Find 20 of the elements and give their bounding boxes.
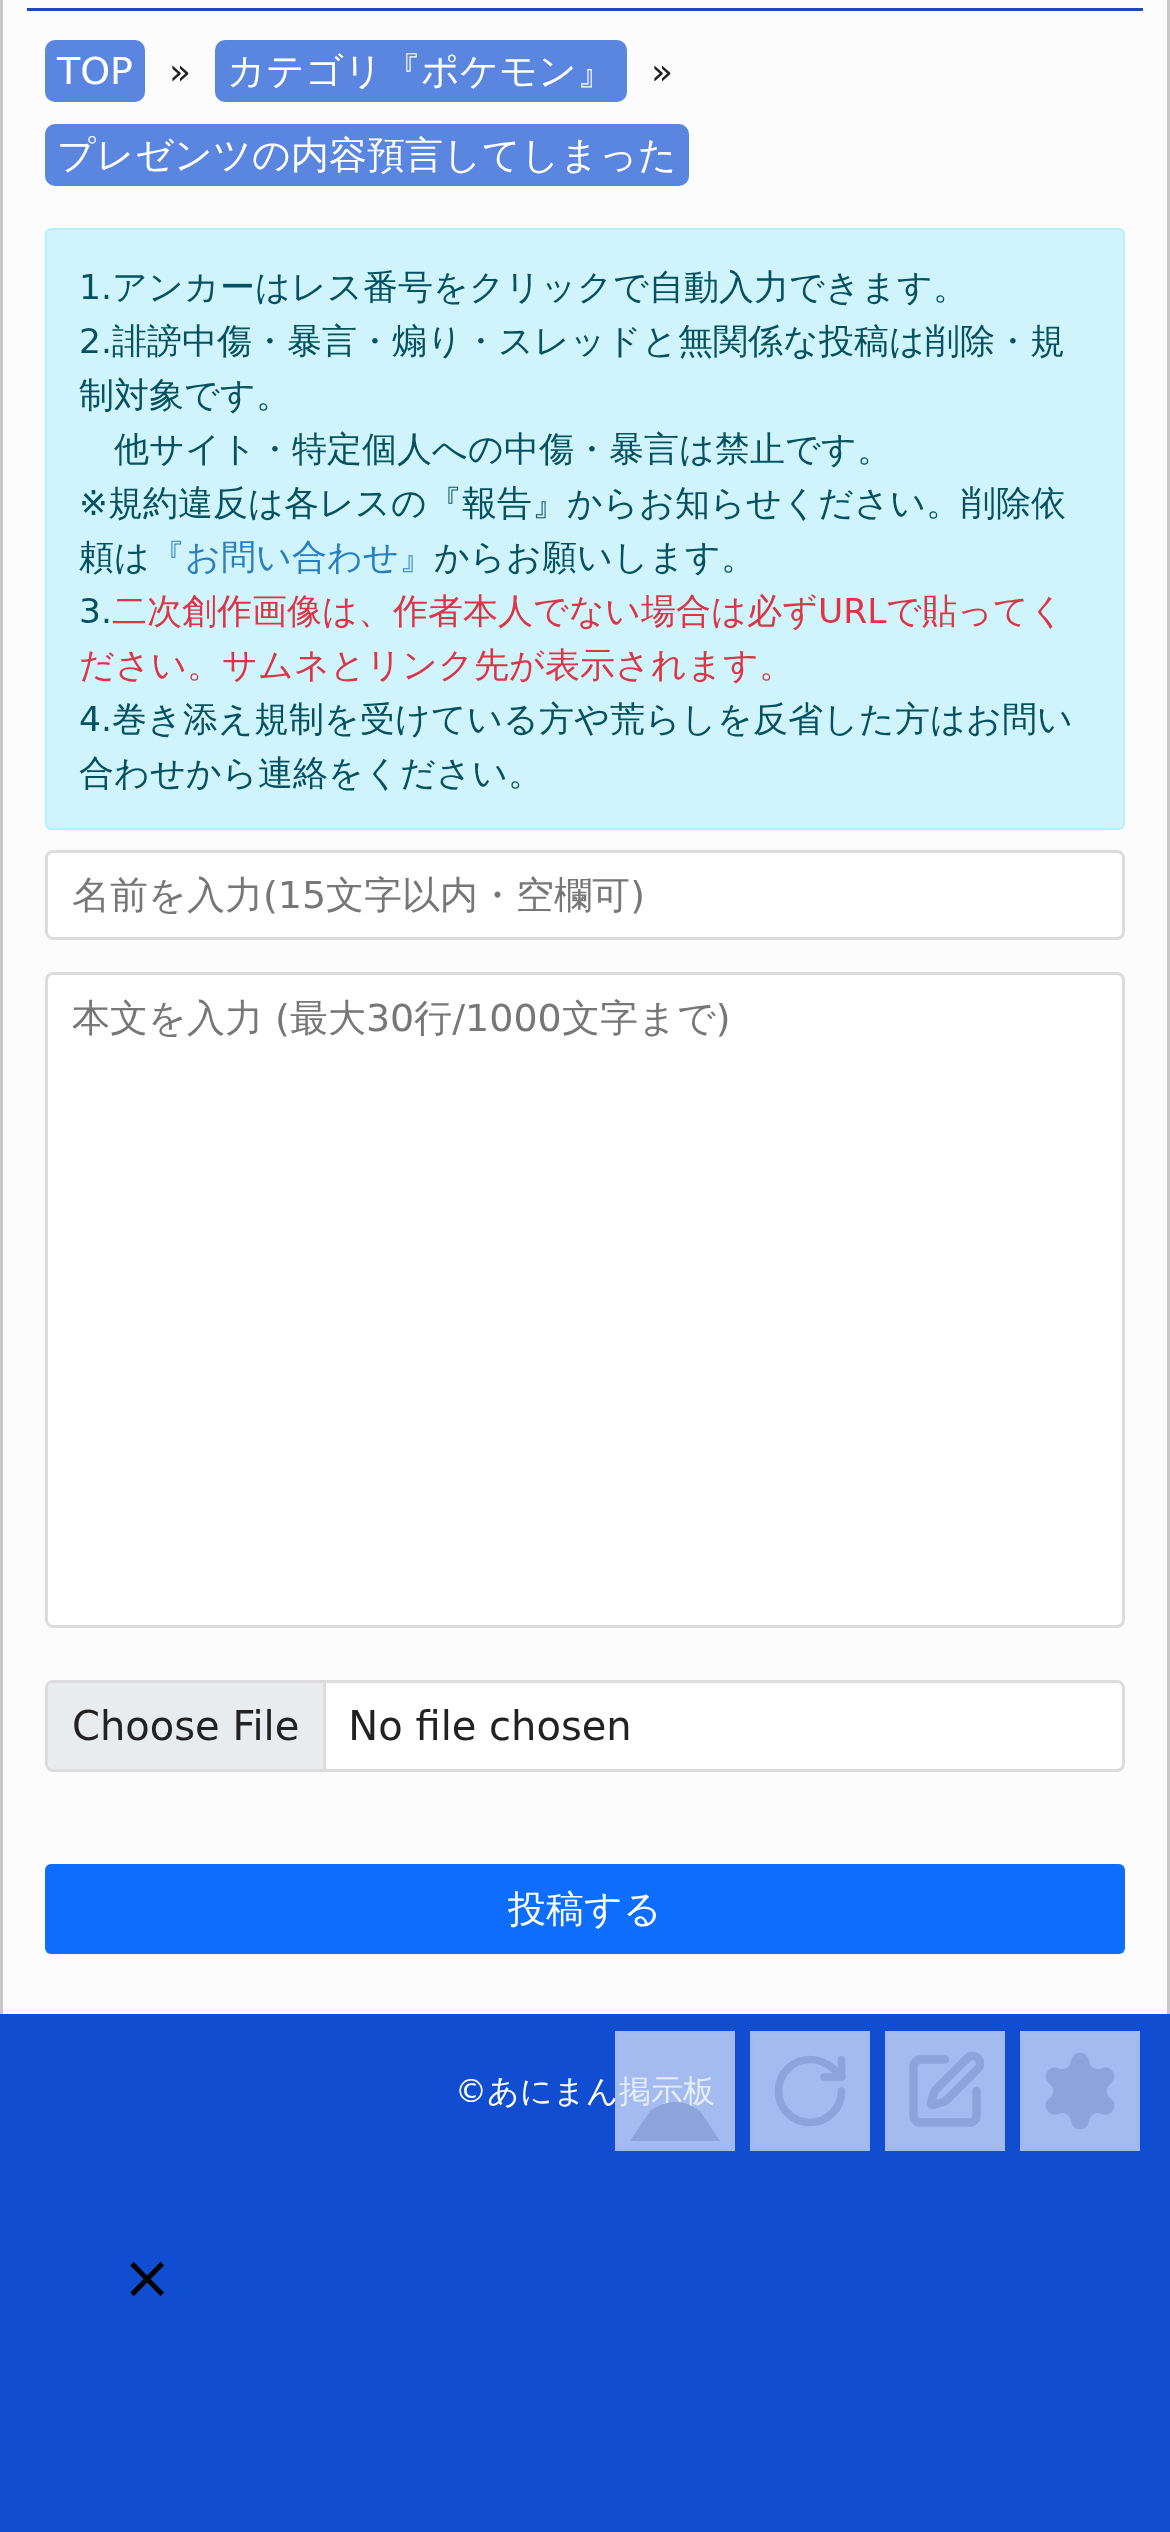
close-icon[interactable]: × <box>122 2242 173 2312</box>
floating-button[interactable] <box>1020 2031 1140 2151</box>
floating-button[interactable] <box>885 2031 1005 2151</box>
breadcrumb-separator: » <box>169 50 192 92</box>
breadcrumb-link[interactable]: カテゴリ『ポケモン』 <box>215 40 628 102</box>
notice-text: 他サイト・特定個人への中傷・暴言は禁止です。 <box>113 428 893 471</box>
notice-text: 3.二次創作画像は、作者本人でない場合は必ずURLで貼ってください。サムネとリンク先が表示されます。 <box>79 590 1067 687</box>
file-input[interactable]: Choose File No file chosen <box>45 1680 1125 1772</box>
notice-text: 2.誹謗中傷・暴言・煽り・スレッドと無関係な投稿は削除・規制対象です。 <box>79 320 1066 417</box>
notice-text: 4.巻き添え規制を受けている方や荒らしを反省した方はお問い合わせから連絡をください。 <box>79 698 1074 795</box>
body-field[interactable]: 本文を入力 (最大30行/1000文字まで) <box>45 972 1125 1628</box>
contact-link[interactable]: 『お問い合わせ』 <box>150 537 434 577</box>
name-field[interactable]: 名前を入力(15文字以内・空欄可) <box>45 850 1125 940</box>
notice-text: 1.アンカーはレス番号をクリックで自動入力できます。 <box>79 266 969 309</box>
submit-button[interactable]: 投稿する <box>45 1864 1125 1954</box>
breadcrumb-link[interactable]: TOP <box>45 40 146 102</box>
breadcrumb-separator: » <box>651 50 674 92</box>
floating-button[interactable] <box>750 2031 870 2151</box>
breadcrumb-link[interactable]: プレゼンツの内容預言してしまった <box>45 124 689 186</box>
notice-text: ※規約違反は各レスの『報告』からお知らせください。削除依頼は『お問い合わせ』からお願いします。 <box>79 482 1067 579</box>
